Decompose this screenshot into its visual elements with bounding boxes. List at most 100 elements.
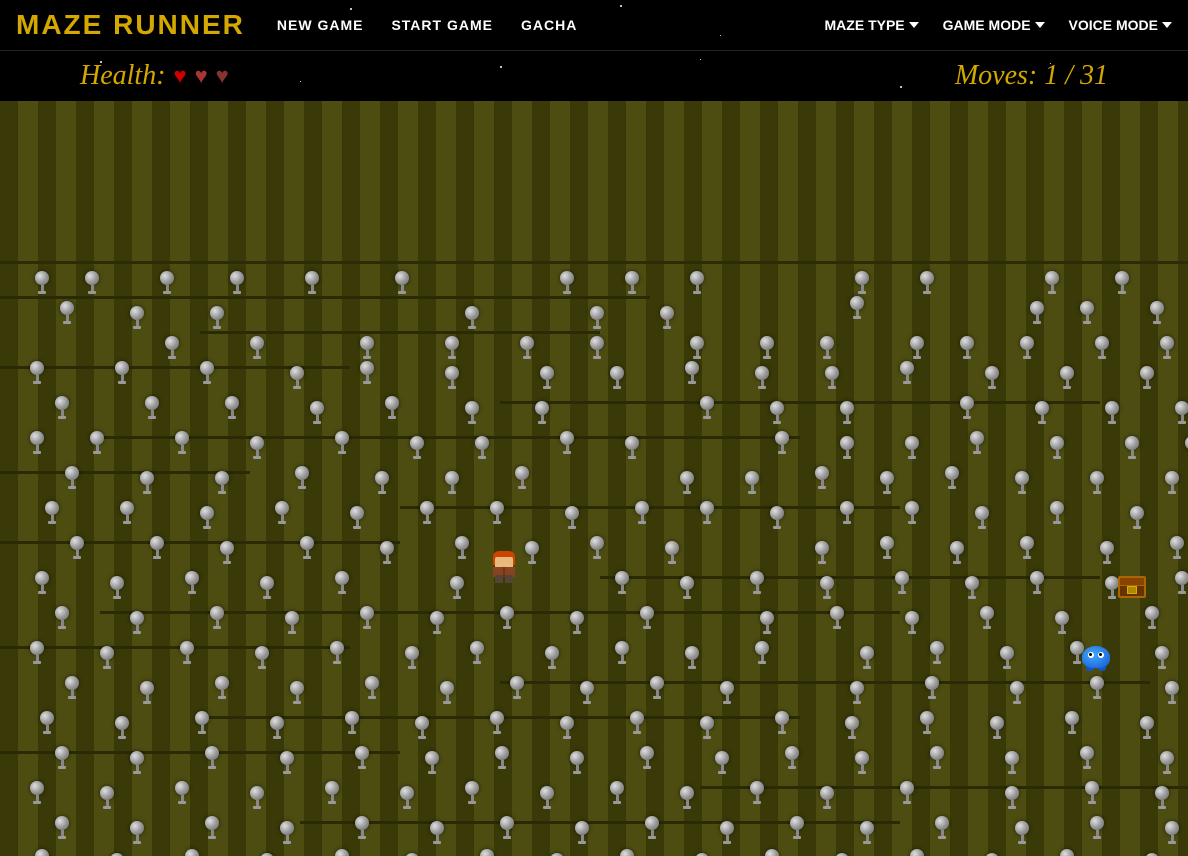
maze-orb — [590, 336, 604, 359]
maze-orb — [960, 336, 974, 359]
maze-orb — [615, 571, 629, 594]
game-mode-dropdown[interactable]: GAME MODE — [943, 17, 1045, 33]
heart-1: ♥ — [174, 63, 187, 89]
maze-orb — [1020, 336, 1034, 359]
maze-orb — [920, 271, 934, 294]
maze-orb — [355, 746, 369, 769]
maze-orb — [760, 336, 774, 359]
voice-mode-arrow-icon — [1162, 22, 1172, 28]
maze-orb — [330, 641, 344, 664]
maze-orb — [140, 471, 154, 494]
maze-orb — [465, 306, 479, 329]
maze-orb — [535, 401, 549, 424]
maze-orb — [55, 396, 69, 419]
maze-orb — [150, 536, 164, 559]
game-mode-arrow-icon — [1035, 22, 1045, 28]
maze-orb — [230, 271, 244, 294]
start-game-button[interactable]: START GAME — [391, 17, 493, 33]
maze-orb — [395, 271, 409, 294]
maze-orb — [680, 471, 694, 494]
maze-orb — [1105, 401, 1119, 424]
maze-orb — [855, 271, 869, 294]
maze-orb — [365, 676, 379, 699]
maze-orb — [250, 786, 264, 809]
maze-orb — [470, 641, 484, 664]
maze-orb — [495, 746, 509, 769]
maze-orb — [1155, 646, 1169, 669]
maze-orb — [350, 506, 364, 529]
game-title: MAZE RUNNER — [16, 9, 245, 41]
maze-orb — [145, 396, 159, 419]
maze-orb — [480, 849, 494, 856]
maze-orb — [610, 781, 624, 804]
maze-orb — [910, 849, 924, 856]
maze-orb — [690, 271, 704, 294]
maze-orb — [90, 431, 104, 454]
maze-orb — [750, 781, 764, 804]
maze-orb — [625, 271, 639, 294]
heart-3: ♥ — [216, 63, 229, 89]
maze-orb — [295, 466, 309, 489]
maze-orb — [755, 366, 769, 389]
nav-right-section: MAZE TYPE GAME MODE VOICE MODE — [825, 17, 1172, 33]
treasure-chest[interactable] — [1118, 576, 1146, 598]
maze-orb — [770, 506, 784, 529]
maze-area[interactable]: const mazeContainer = document.getElemen… — [0, 101, 1188, 856]
maze-orb — [685, 361, 699, 384]
maze-orb — [35, 271, 49, 294]
maze-orb — [1060, 366, 1074, 389]
maze-orb — [900, 361, 914, 384]
maze-orb — [385, 396, 399, 419]
status-bar: Health: ♥ ♥ ♥ Moves: 1 / 31 — [0, 51, 1188, 101]
blue-slime — [1082, 646, 1110, 672]
maze-orb — [450, 576, 464, 599]
gacha-button[interactable]: GACHA — [521, 17, 577, 33]
maze-orb — [200, 506, 214, 529]
maze-orb — [1145, 606, 1159, 629]
maze-orb — [465, 401, 479, 424]
maze-orb — [285, 611, 299, 634]
maze-orb — [175, 431, 189, 454]
maze-orb — [1035, 401, 1049, 424]
maze-orb — [375, 471, 389, 494]
maze-orb — [55, 746, 69, 769]
maze-orb — [70, 536, 84, 559]
voice-mode-dropdown[interactable]: VOICE MODE — [1069, 17, 1172, 33]
maze-orb — [620, 849, 634, 856]
maze-orb — [55, 816, 69, 839]
player-character — [490, 551, 518, 583]
maze-orb — [45, 501, 59, 524]
maze-orb — [575, 821, 589, 844]
maze-orb — [1080, 301, 1094, 324]
maze-orb — [690, 336, 704, 359]
maze-orb — [1095, 336, 1109, 359]
maze-orb — [360, 361, 374, 384]
maze-orb — [1020, 536, 1034, 559]
maze-orb — [1015, 471, 1029, 494]
maze-orb — [1100, 541, 1114, 564]
maze-orb — [310, 401, 324, 424]
maze-orb — [250, 336, 264, 359]
maze-type-dropdown[interactable]: MAZE TYPE — [825, 17, 919, 33]
maze-orb — [300, 536, 314, 559]
maze-orb — [1125, 436, 1139, 459]
maze-orb — [360, 606, 374, 629]
maze-orb — [160, 271, 174, 294]
maze-orb — [465, 781, 479, 804]
new-game-button[interactable]: NEW GAME — [277, 17, 364, 33]
maze-orb — [1010, 681, 1024, 704]
maze-orb — [225, 396, 239, 419]
maze-orb — [500, 606, 514, 629]
maze-orb — [1165, 681, 1179, 704]
maze-orb — [1030, 571, 1044, 594]
maze-orb — [950, 541, 964, 564]
maze-orb — [905, 501, 919, 524]
maze-orb — [540, 366, 554, 389]
maze-orb — [130, 751, 144, 774]
maze-orb — [880, 536, 894, 559]
maze-orb — [1005, 786, 1019, 809]
maze-orb — [525, 541, 539, 564]
maze-orb — [1030, 301, 1044, 324]
maze-orb — [850, 681, 864, 704]
maze-orb — [850, 296, 864, 319]
